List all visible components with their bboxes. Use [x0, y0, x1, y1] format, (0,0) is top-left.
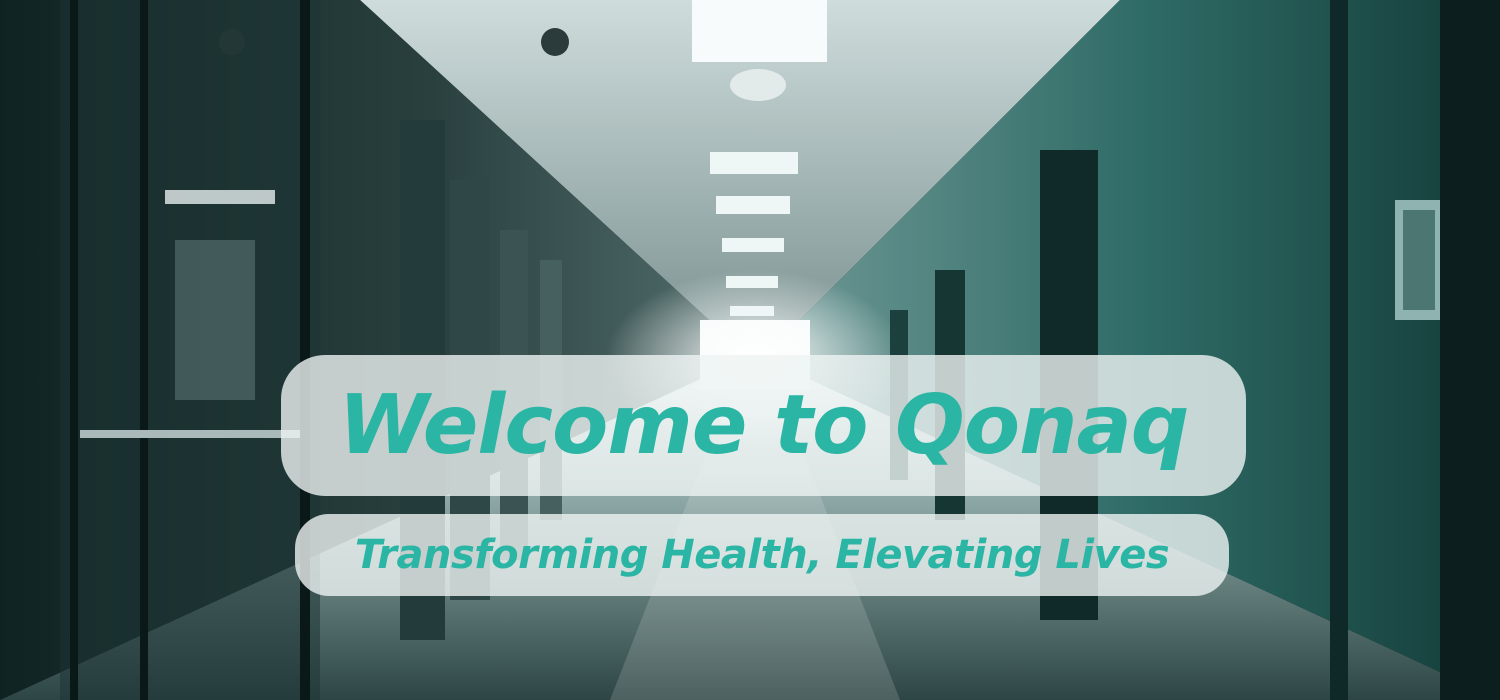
welcome-title: Welcome to Qonaq — [338, 378, 1189, 473]
hero-banner: Welcome to Qonaq Transforming Health, El… — [0, 0, 1500, 700]
subtitle-pill: Transforming Health, Elevating Lives — [295, 514, 1229, 596]
tagline-subtitle: Transforming Health, Elevating Lives — [354, 532, 1170, 578]
title-pill: Welcome to Qonaq — [281, 355, 1246, 496]
